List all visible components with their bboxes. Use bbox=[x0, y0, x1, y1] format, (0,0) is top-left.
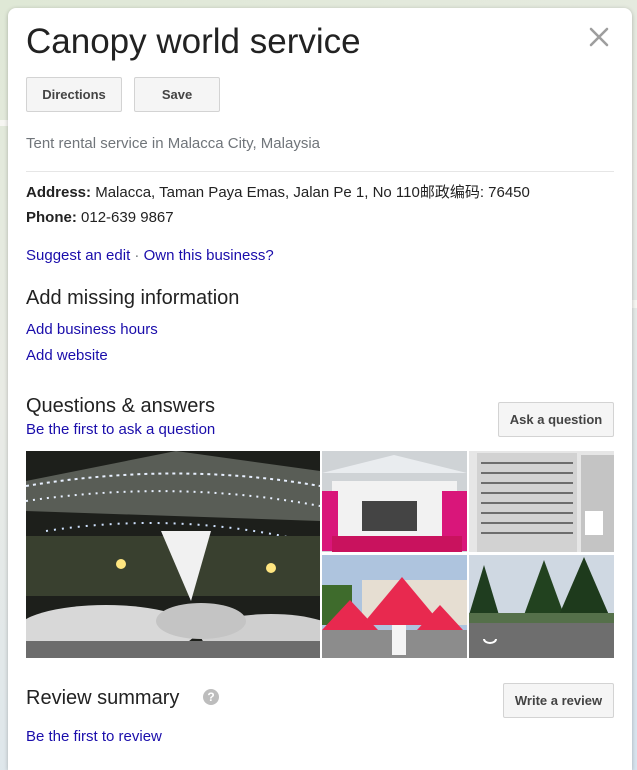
red-tents-photo[interactable] bbox=[322, 555, 467, 658]
qa-heading: Questions & answers bbox=[26, 395, 215, 417]
directions-button[interactable]: Directions bbox=[26, 77, 122, 112]
pink-canopy-photo[interactable] bbox=[322, 451, 467, 552]
missing-info-heading: Add missing information bbox=[26, 287, 240, 309]
address-value: Malacca, Taman Paya Emas, Jalan Pe 1, No… bbox=[95, 184, 530, 201]
edit-links: Suggest an edit · Own this business? bbox=[26, 247, 274, 264]
place-category: Tent rental service in Malacca City, Mal… bbox=[26, 135, 320, 152]
address-label: Address: bbox=[26, 184, 92, 201]
phone-row: Phone: 012-639 9867 bbox=[26, 209, 174, 226]
street-view-photo[interactable] bbox=[469, 555, 614, 658]
place-title: Canopy world service bbox=[26, 22, 361, 61]
add-website-link[interactable]: Add website bbox=[26, 347, 108, 364]
link-separator: · bbox=[134, 247, 140, 264]
review-summary-heading: Review summary bbox=[26, 687, 180, 709]
help-icon[interactable]: ? bbox=[203, 689, 219, 705]
write-review-button[interactable]: Write a review bbox=[503, 683, 614, 718]
divider bbox=[26, 171, 614, 172]
tent-event-night-photo[interactable] bbox=[26, 451, 320, 658]
close-icon[interactable] bbox=[586, 24, 612, 50]
place-card: Canopy world service Directions Save Ten… bbox=[8, 8, 632, 770]
first-review-link[interactable]: Be the first to review bbox=[26, 728, 162, 745]
add-business-hours-link[interactable]: Add business hours bbox=[26, 321, 158, 338]
phone-value[interactable]: 012-639 9867 bbox=[81, 209, 174, 226]
suggest-edit-link[interactable]: Suggest an edit bbox=[26, 247, 130, 264]
first-ask-link[interactable]: Be the first to ask a question bbox=[26, 421, 215, 438]
own-business-link[interactable]: Own this business? bbox=[144, 247, 274, 264]
address-row: Address: Malacca, Taman Paya Emas, Jalan… bbox=[26, 181, 530, 202]
air-cooler-photo[interactable] bbox=[469, 451, 614, 552]
phone-label: Phone: bbox=[26, 209, 77, 226]
save-button[interactable]: Save bbox=[134, 77, 220, 112]
ask-question-button[interactable]: Ask a question bbox=[498, 402, 614, 437]
